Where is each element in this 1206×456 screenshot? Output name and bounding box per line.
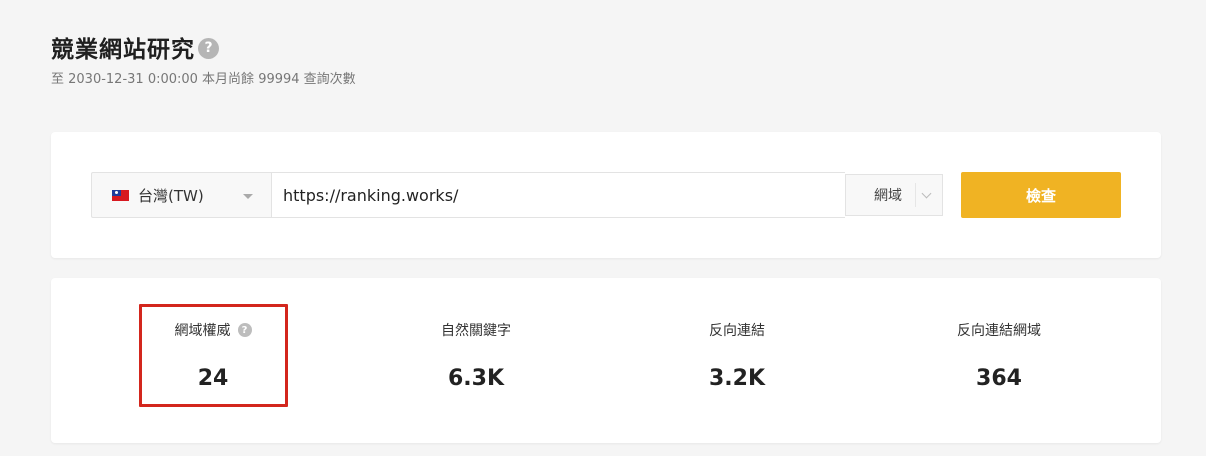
scope-divider (915, 183, 916, 207)
stat-label: 自然關鍵字 (441, 323, 511, 339)
caret-down-icon (243, 194, 253, 199)
stat-domain-authority: 網域權威 ? 24 (113, 320, 313, 391)
stats-card: 網域權威 ? 24 自然關鍵字 6.3K 反向連結 3.2K 反向連結網域 36… (51, 278, 1161, 443)
search-card: 台灣(TW) 網域 檢查 (51, 132, 1161, 258)
stat-label: 反向連結 (709, 323, 765, 339)
competitor-research-page: 競業網站研究 ? 至 2030-12-31 0:00:00 本月尚餘 99994… (0, 0, 1206, 456)
stat-value: 24 (197, 366, 229, 391)
scope-select[interactable]: 網域 (845, 174, 943, 216)
chevron-down-icon (921, 188, 932, 199)
country-select[interactable]: 台灣(TW) (91, 172, 271, 218)
page-title: 競業網站研究 (51, 37, 195, 63)
taiwan-flag-icon (112, 189, 129, 201)
stat-value: 6.3K (447, 366, 505, 391)
stat-value: 364 (976, 366, 1022, 391)
url-input[interactable] (271, 172, 845, 218)
question-circle-icon[interactable]: ? (237, 323, 252, 337)
stat-label: 網域權威 (174, 323, 231, 339)
stats-row: 網域權威 ? 24 自然關鍵字 6.3K 反向連結 3.2K 反向連結網域 36… (51, 278, 1161, 443)
page-header: 競業網站研究 ? (51, 30, 219, 64)
stat-backlinks: 反向連結 3.2K (637, 320, 837, 391)
stat-referring-domains: 反向連結網域 364 (899, 320, 1099, 391)
stat-label: 反向連結網域 (957, 323, 1041, 339)
question-circle-icon[interactable]: ? (198, 37, 219, 59)
stat-organic-keywords: 自然關鍵字 6.3K (376, 320, 576, 391)
check-button[interactable]: 檢查 (961, 172, 1121, 218)
quota-info: 至 2030-12-31 0:00:00 本月尚餘 99994 查詢次數 (51, 72, 356, 87)
country-label: 台灣(TW) (138, 186, 204, 205)
search-bar: 台灣(TW) 網域 檢查 (91, 172, 1121, 218)
stat-value: 3.2K (708, 366, 766, 391)
scope-label: 網域 (874, 188, 902, 204)
